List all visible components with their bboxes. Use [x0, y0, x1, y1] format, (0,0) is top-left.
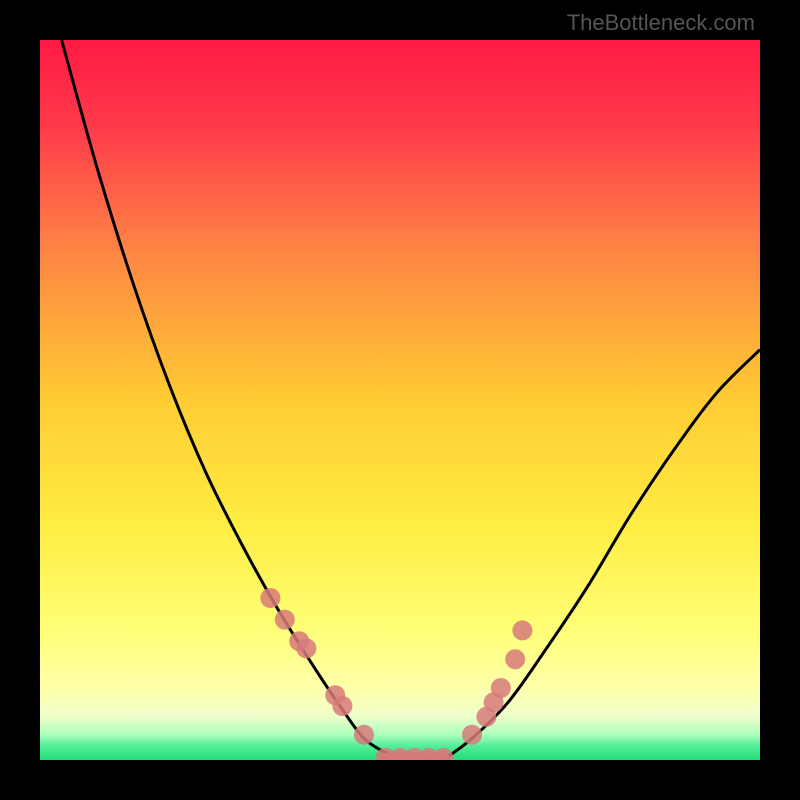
- dot-right-dots: [512, 620, 532, 640]
- gradient-background: [40, 40, 760, 760]
- chart-container: [40, 40, 760, 760]
- dot-left-dots: [296, 638, 316, 658]
- watermark-text: TheBottleneck.com: [567, 10, 755, 36]
- dot-left-dots: [275, 610, 295, 630]
- dot-left-dots: [354, 725, 374, 745]
- dot-left-dots: [260, 588, 280, 608]
- dot-right-dots: [505, 649, 525, 669]
- dot-right-dots: [462, 725, 482, 745]
- chart-svg: [40, 40, 760, 760]
- dot-left-dots: [332, 696, 352, 716]
- dot-right-dots: [491, 678, 511, 698]
